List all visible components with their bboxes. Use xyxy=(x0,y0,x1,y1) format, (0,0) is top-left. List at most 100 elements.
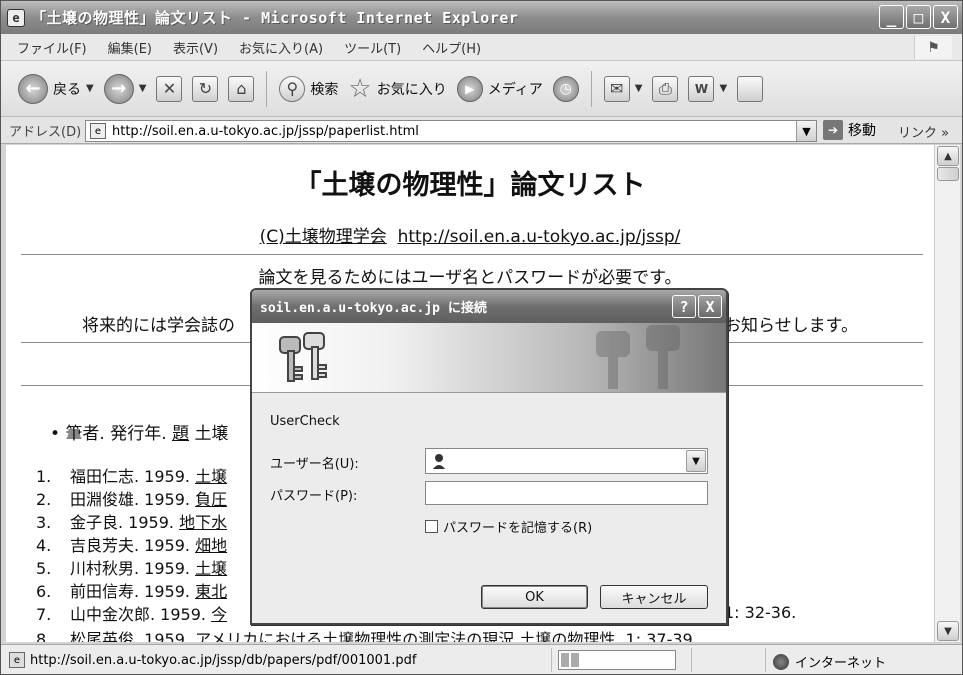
status-separator xyxy=(551,648,552,672)
vertical-scrollbar[interactable]: ▲ ▼ xyxy=(934,145,960,642)
edit-button[interactable]: W ▼ xyxy=(685,69,730,109)
forward-button[interactable]: → ▼ xyxy=(101,69,150,109)
back-dropdown-icon[interactable]: ▼ xyxy=(86,83,94,94)
site-url-link[interactable]: http://soil.en.a.u-tokyo.ac.jp/jssp/ xyxy=(398,227,681,247)
mail-dropdown-icon[interactable]: ▼ xyxy=(635,83,643,94)
legend-prefix: 筆者. 発行年. xyxy=(65,424,167,444)
legend-title-link[interactable]: 題 xyxy=(172,424,189,444)
menu-bar: ファイル(F) 編集(E) 表示(V) お気に入り(A) ツール(T) ヘルプ(… xyxy=(1,34,962,61)
paper-link[interactable]: 畑地 xyxy=(195,536,227,555)
item-number: 4. xyxy=(36,536,52,555)
print-button[interactable]: ⎙ xyxy=(649,69,681,109)
remember-password[interactable]: パスワードを記憶する(R) xyxy=(425,517,592,536)
refresh-button[interactable]: ↻ xyxy=(189,69,221,109)
copyright-link[interactable]: (C)土壌物理学会 xyxy=(260,227,387,247)
dialog-banner xyxy=(252,323,726,393)
status-url: http://soil.en.a.u-tokyo.ac.jp/jssp/db/p… xyxy=(30,652,417,668)
password-input[interactable] xyxy=(425,481,708,505)
status-bar: e http://soil.en.a.u-tokyo.ac.jp/jssp/db… xyxy=(1,644,962,674)
page-title: 「土壌の物理性」論文リスト xyxy=(294,170,646,201)
username-combobox[interactable]: ▼ xyxy=(425,448,708,474)
login-notice: 論文を見るためにはユーザ名とパスワードが必要です。 xyxy=(258,268,682,288)
search-button[interactable]: ⚲ 検索 xyxy=(276,69,341,109)
paper-link[interactable]: 土壌 xyxy=(195,559,227,578)
list-item: 4. 吉良芳夫. 1959. 畑地 xyxy=(36,532,227,555)
format-legend: • 筆者. 発行年. 題 土壌 xyxy=(50,424,229,444)
list-item: 7. 山中金次郎. 1959. 今 xyxy=(36,601,227,624)
remember-checkbox[interactable] xyxy=(425,520,438,533)
back-button[interactable]: ← 戻る ▼ xyxy=(15,69,97,109)
globe-icon xyxy=(773,653,789,670)
stop-icon: ✕ xyxy=(156,75,183,102)
dialog-title-bar[interactable]: soil.en.a.u-tokyo.ac.jp に接続 ? X xyxy=(252,290,726,323)
scroll-down-icon[interactable]: ▼ xyxy=(937,621,959,641)
scroll-thumb[interactable] xyxy=(937,167,959,181)
username-dropdown-icon[interactable]: ▼ xyxy=(686,450,706,472)
ie-window: e 「土壌の物理性」論文リスト - Microsoft Internet Exp… xyxy=(0,0,963,675)
go-button[interactable]: ➔ 移動 xyxy=(823,120,876,140)
progress-fill xyxy=(561,653,582,667)
paper-link[interactable]: 今 xyxy=(211,605,227,624)
menu-file[interactable]: ファイル(F) xyxy=(17,38,87,57)
paper-link[interactable]: アメリカにおける土壌物理性の測定法の現況 xyxy=(195,630,514,642)
item-author-year: 田淵俊雄. 1959. xyxy=(70,490,190,509)
keys-icon xyxy=(279,332,327,382)
address-url: http://soil.en.a.u-tokyo.ac.jp/jssp/pape… xyxy=(112,123,419,139)
minimize-button[interactable]: _ xyxy=(879,5,904,29)
paper-link[interactable]: 地下水 xyxy=(179,513,227,532)
menu-help[interactable]: ヘルプ(H) xyxy=(422,38,481,57)
favorites-button[interactable]: ☆ お気に入り xyxy=(345,69,449,109)
menu-tools[interactable]: ツール(T) xyxy=(344,38,401,57)
mail-button[interactable]: ✉ ▼ xyxy=(601,69,646,109)
item-number: 5. xyxy=(36,559,52,578)
ok-button[interactable]: OK xyxy=(481,585,588,609)
links-button[interactable]: リンク » xyxy=(898,122,949,141)
item-author-year: 松尾英俊. 1959. xyxy=(70,630,190,642)
zone-label: インターネット xyxy=(795,656,887,671)
divider xyxy=(21,254,923,255)
legend-suffix: 土壌 xyxy=(194,424,229,444)
future-notice-tail: お知らせします。 xyxy=(724,316,858,336)
paper-link[interactable]: 東北 xyxy=(195,582,227,601)
item-author-year: 金子良. 1959. xyxy=(70,513,174,532)
item-number: 1. xyxy=(36,467,52,486)
help-button[interactable]: ? xyxy=(672,295,696,318)
menu-favorites[interactable]: お気に入り(A) xyxy=(239,38,323,57)
title-bar[interactable]: e 「土壌の物理性」論文リスト - Microsoft Internet Exp… xyxy=(1,1,962,34)
item-journal: 土壌の物理性. 1: 37-39. xyxy=(519,630,698,642)
maximize-button[interactable]: □ xyxy=(906,5,931,29)
paper-link[interactable]: 負圧 xyxy=(195,490,227,509)
cancel-button[interactable]: キャンセル xyxy=(600,585,708,609)
media-button[interactable]: ▶ メディア xyxy=(454,69,546,109)
windows-logo-icon: ⚑ xyxy=(914,36,952,59)
window-title: 「土壌の物理性」論文リスト - Microsoft Internet Explo… xyxy=(31,9,519,27)
home-button[interactable]: ⌂ xyxy=(225,69,257,109)
password-label: パスワード(P): xyxy=(270,489,358,504)
favorites-label: お気に入り xyxy=(376,81,447,98)
dialog-close-button[interactable]: X xyxy=(698,295,722,318)
address-input[interactable]: e http://soil.en.a.u-tokyo.ac.jp/jssp/pa… xyxy=(85,120,817,142)
keys-watermark-icon xyxy=(596,325,680,389)
go-arrow-icon: ➔ xyxy=(823,120,843,140)
menu-edit[interactable]: 編集(E) xyxy=(108,38,152,57)
item-number: 2. xyxy=(36,490,52,509)
address-dropdown-icon[interactable]: ▼ xyxy=(796,121,816,141)
scroll-up-icon[interactable]: ▲ xyxy=(937,146,959,166)
paper-link[interactable]: 土壌 xyxy=(195,467,227,486)
mail-icon: ✉ xyxy=(603,75,630,102)
forward-dropdown-icon[interactable]: ▼ xyxy=(139,83,147,94)
edit-dropdown-icon[interactable]: ▼ xyxy=(719,83,727,94)
forward-arrow-icon: → xyxy=(103,73,134,104)
star-icon: ☆ xyxy=(348,73,372,104)
close-button[interactable]: X xyxy=(933,5,958,29)
item-author-year: 福田仁志. 1959. xyxy=(70,467,190,486)
word-icon: W xyxy=(688,75,715,102)
toolbar-separator xyxy=(266,70,268,107)
future-notice-head: 将来的には学会誌の xyxy=(82,316,235,336)
discuss-button[interactable] xyxy=(734,69,766,109)
search-icon: ⚲ xyxy=(279,75,306,102)
list-item: 6. 前田信寿. 1959. 東北 xyxy=(36,578,227,601)
menu-view[interactable]: 表示(V) xyxy=(173,38,218,57)
stop-button[interactable]: ✕ xyxy=(153,69,185,109)
history-button[interactable]: ◷ xyxy=(550,69,582,109)
